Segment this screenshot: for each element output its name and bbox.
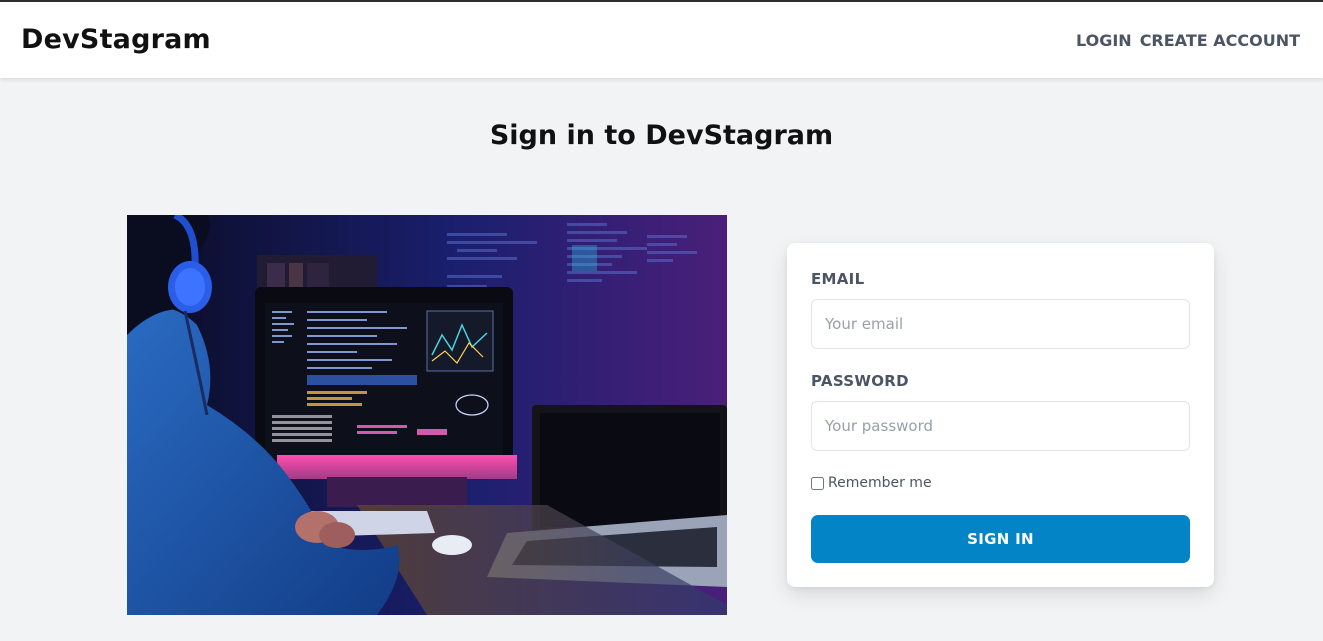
sign-in-card: EMAIL PASSWORD Remember me SIGN IN bbox=[787, 243, 1214, 587]
hero-image bbox=[127, 215, 727, 615]
remember-me-label: Remember me bbox=[828, 475, 932, 491]
password-label: PASSWORD bbox=[811, 372, 909, 390]
sign-in-button[interactable]: SIGN IN bbox=[811, 515, 1190, 563]
login-link[interactable]: LOGIN bbox=[1076, 31, 1132, 50]
email-label: EMAIL bbox=[811, 270, 865, 288]
create-account-link[interactable]: CREATE ACCOUNT bbox=[1140, 31, 1300, 50]
top-navbar: DevStagram LOGIN CREATE ACCOUNT bbox=[0, 2, 1323, 78]
developer-at-computer-illustration bbox=[127, 215, 727, 615]
remember-me-row: Remember me bbox=[811, 475, 932, 491]
password-input[interactable] bbox=[811, 401, 1190, 451]
remember-me-checkbox[interactable] bbox=[811, 476, 824, 490]
email-input[interactable] bbox=[811, 299, 1190, 349]
site-logo[interactable]: DevStagram bbox=[21, 24, 211, 55]
page-title: Sign in to DevStagram bbox=[489, 120, 834, 151]
auth-nav: LOGIN CREATE ACCOUNT bbox=[1076, 31, 1300, 50]
